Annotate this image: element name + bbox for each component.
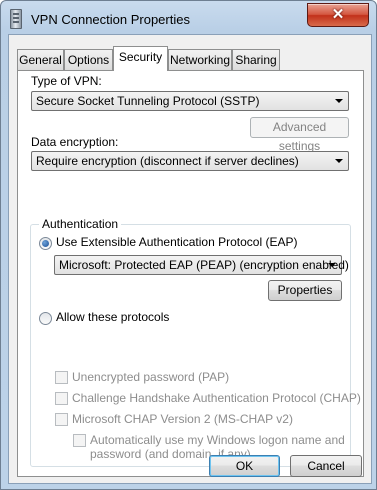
cancel-button[interactable]: Cancel — [290, 455, 362, 477]
vpn-connection-icon — [10, 9, 22, 29]
dialog-client-area: General Options Security Networking Shar… — [8, 34, 372, 484]
ok-button[interactable]: OK — [209, 455, 280, 477]
windows-logon-checkbox[interactable] — [73, 434, 86, 447]
eap-radio[interactable] — [39, 237, 52, 250]
close-icon: ✕ — [331, 6, 345, 23]
chap-checkbox[interactable] — [55, 392, 68, 405]
vpn-properties-window: VPN Connection Properties ✕ General Opti… — [0, 0, 377, 490]
chevron-down-icon — [328, 263, 336, 267]
window-title: VPN Connection Properties — [31, 12, 190, 27]
pap-label: Unencrypted password (PAP) — [72, 370, 230, 384]
security-tab-panel: Type of VPN: Secure Socket Tunneling Pro… — [17, 70, 364, 477]
chevron-down-icon — [335, 159, 343, 163]
chevron-down-icon — [335, 99, 343, 103]
mschapv2-label: Microsoft CHAP Version 2 (MS-CHAP v2) — [72, 412, 293, 426]
close-button[interactable]: ✕ — [307, 3, 369, 27]
allow-protocols-label[interactable]: Allow these protocols — [56, 310, 169, 324]
vpn-type-value: Secure Socket Tunneling Protocol (SSTP) — [36, 94, 260, 108]
windows-logon-label-line1: Automatically use my Windows logon name … — [90, 433, 345, 447]
vpn-type-label: Type of VPN: — [31, 74, 102, 88]
eap-radio-label[interactable]: Use Extensible Authentication Protocol (… — [56, 235, 297, 249]
tab-sharing[interactable]: Sharing — [232, 49, 280, 70]
tab-security[interactable]: Security — [113, 46, 168, 71]
eap-properties-button[interactable]: Properties — [268, 280, 342, 301]
authentication-group-title: Authentication — [39, 217, 122, 231]
tab-networking[interactable]: Networking — [168, 49, 232, 70]
title-bar[interactable]: VPN Connection Properties ✕ — [1, 1, 376, 35]
tab-general[interactable]: General — [17, 49, 64, 70]
advanced-settings-button[interactable]: Advanced settings — [250, 117, 349, 153]
allow-protocols-radio[interactable] — [39, 312, 52, 325]
mschapv2-checkbox[interactable] — [55, 413, 68, 426]
data-encryption-label: Data encryption: — [31, 135, 119, 149]
authentication-group: Authentication Use Extensible Authentica… — [30, 217, 361, 467]
chap-label: Challenge Handshake Authentication Proto… — [72, 391, 361, 405]
data-encryption-value: Require encryption (disconnect if server… — [36, 154, 299, 168]
data-encryption-select[interactable]: Require encryption (disconnect if server… — [31, 151, 349, 171]
eap-method-value: Microsoft: Protected EAP (PEAP) (encrypt… — [59, 258, 349, 272]
pap-checkbox[interactable] — [55, 371, 68, 384]
eap-method-select[interactable]: Microsoft: Protected EAP (PEAP) (encrypt… — [54, 255, 349, 275]
vpn-type-select[interactable]: Secure Socket Tunneling Protocol (SSTP) — [31, 91, 349, 111]
tab-options[interactable]: Options — [64, 49, 113, 70]
